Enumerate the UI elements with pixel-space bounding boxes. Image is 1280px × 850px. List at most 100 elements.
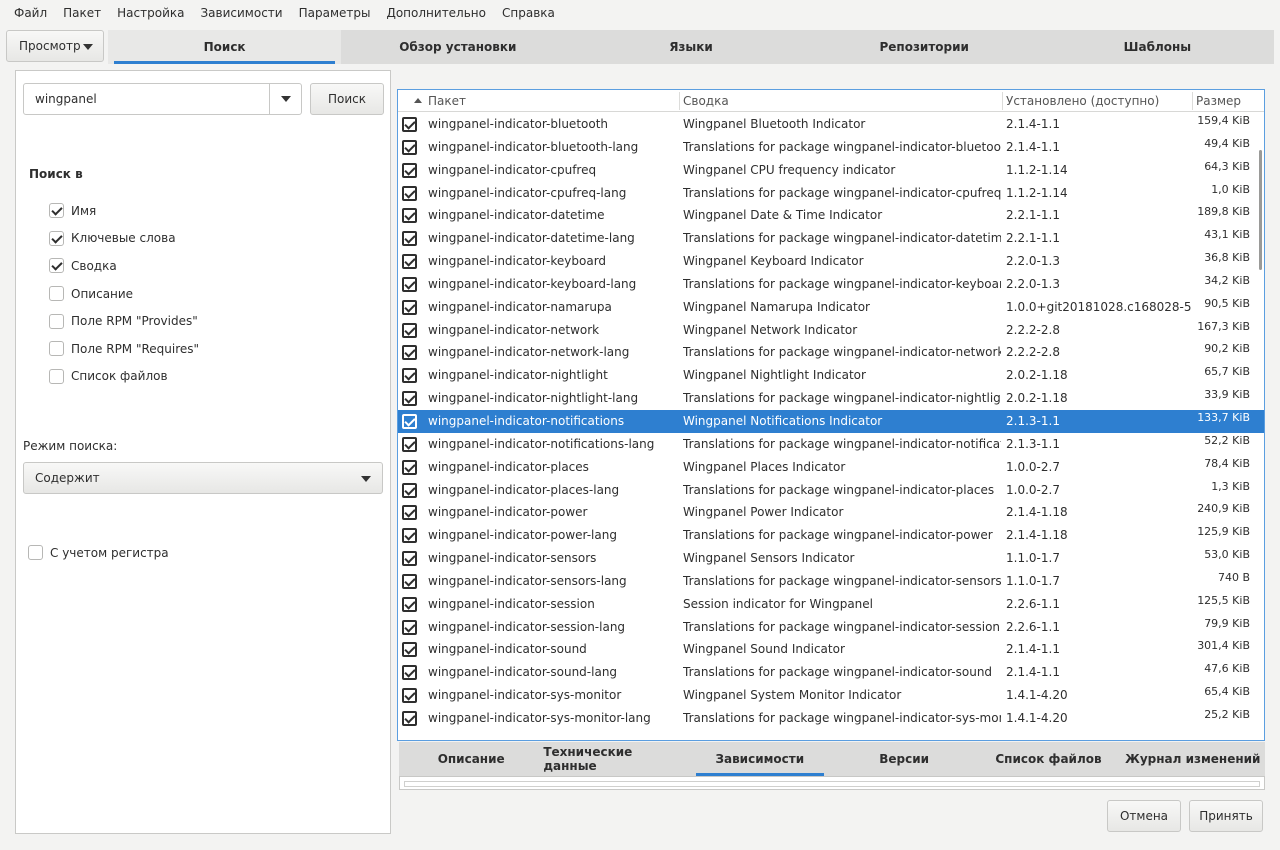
column-separator[interactable] [679, 92, 680, 110]
table-row[interactable]: wingpanel-indicator-cpufreq-lang Translat… [398, 182, 1264, 205]
table-row[interactable]: wingpanel-indicator-cpufreq Wingpanel CPU… [398, 159, 1264, 182]
menu-package[interactable]: Пакет [55, 6, 109, 20]
table-row[interactable]: wingpanel-indicator-datetime-lang Transla… [398, 227, 1264, 250]
menu-dependencies[interactable]: Зависимости [192, 6, 290, 20]
view-menu-button[interactable]: Просмотр [6, 30, 104, 62]
install-checkbox[interactable] [402, 208, 417, 224]
menu-extras[interactable]: Дополнительно [378, 6, 494, 20]
checkbox[interactable] [49, 203, 64, 219]
table-row[interactable]: wingpanel-indicator-nightlight Wingpanel … [398, 364, 1264, 387]
search-history-dropdown[interactable] [269, 84, 301, 114]
table-row[interactable]: wingpanel-indicator-sound Wingpanel Sound… [398, 638, 1264, 661]
install-checkbox[interactable] [402, 642, 417, 658]
install-checkbox[interactable] [402, 276, 417, 292]
checkbox[interactable] [49, 341, 64, 357]
search-mode-select[interactable]: Содержит [23, 462, 383, 494]
option-rpm-requires[interactable]: Поле RPM "Requires" [49, 335, 199, 363]
table-row[interactable]: wingpanel-indicator-power-lang Translatio… [398, 524, 1264, 547]
tab-installation-summary[interactable]: Обзор установки [341, 30, 574, 64]
table-row[interactable]: wingpanel-indicator-sys-monitor Wingpanel… [398, 684, 1264, 707]
column-header-size[interactable]: Размер [1196, 94, 1241, 108]
table-row[interactable]: wingpanel-indicator-network-lang Translat… [398, 341, 1264, 364]
menu-configuration[interactable]: Настройка [109, 6, 192, 20]
install-checkbox[interactable] [402, 710, 417, 726]
option-rpm-provides[interactable]: Поле RPM "Provides" [49, 307, 199, 335]
table-row[interactable]: wingpanel-indicator-sys-monitor-lang Tran… [398, 707, 1264, 730]
menu-options[interactable]: Параметры [291, 6, 379, 20]
table-row[interactable]: wingpanel-indicator-places Wingpanel Plac… [398, 456, 1264, 479]
install-checkbox[interactable] [402, 688, 417, 704]
install-checkbox[interactable] [402, 573, 417, 589]
column-header-installed[interactable]: Установлено (доступно) [1006, 94, 1159, 108]
install-checkbox[interactable] [402, 482, 417, 498]
column-separator[interactable] [1002, 92, 1003, 110]
tab-versions[interactable]: Версии [832, 742, 976, 776]
install-checkbox[interactable] [402, 391, 417, 407]
install-checkbox[interactable] [402, 299, 417, 315]
install-checkbox[interactable] [402, 459, 417, 475]
checkbox[interactable] [28, 545, 43, 560]
option-name[interactable]: Имя [49, 197, 199, 225]
tab-file-list[interactable]: Список файлов [976, 742, 1120, 776]
cancel-button[interactable]: Отмена [1107, 800, 1181, 832]
tab-dependencies[interactable]: Зависимости [688, 742, 832, 776]
vertical-scrollbar[interactable] [1259, 150, 1262, 270]
tab-patterns[interactable]: Шаблоны [1041, 30, 1274, 64]
tab-technical-data[interactable]: Технические данные [543, 742, 687, 776]
install-checkbox[interactable] [402, 665, 417, 681]
column-separator[interactable] [1192, 92, 1193, 110]
table-row[interactable]: wingpanel-indicator-keyboard Wingpanel Ke… [398, 250, 1264, 273]
option-keywords[interactable]: Ключевые слова [49, 225, 199, 253]
tab-search[interactable]: Поиск [108, 30, 342, 64]
table-row[interactable]: wingpanel-indicator-power Wingpanel Power… [398, 501, 1264, 524]
checkbox[interactable] [49, 258, 64, 274]
table-row[interactable]: wingpanel-indicator-sensors-lang Translat… [398, 570, 1264, 593]
install-checkbox[interactable] [402, 185, 417, 201]
table-row[interactable]: wingpanel-indicator-bluetooth-lang Transl… [398, 136, 1264, 159]
tab-changelog[interactable]: Журнал изменений [1121, 742, 1265, 776]
table-row[interactable]: wingpanel-indicator-network Wingpanel Net… [398, 319, 1264, 342]
table-row[interactable]: wingpanel-indicator-sensors Wingpanel Sen… [398, 547, 1264, 570]
install-checkbox[interactable] [402, 162, 417, 178]
install-checkbox[interactable] [402, 528, 417, 544]
table-row[interactable]: wingpanel-indicator-places-lang Translati… [398, 479, 1264, 502]
install-checkbox[interactable] [402, 231, 417, 247]
install-checkbox[interactable] [402, 368, 417, 384]
tab-languages[interactable]: Языки [574, 30, 807, 64]
table-row[interactable]: wingpanel-indicator-session-lang Translat… [398, 616, 1264, 639]
install-checkbox[interactable] [402, 596, 417, 612]
table-row[interactable]: wingpanel-indicator-notifications Wingpan… [398, 409, 1264, 433]
case-sensitive-option[interactable]: С учетом регистра [28, 545, 169, 560]
table-row[interactable]: wingpanel-indicator-session Session indic… [398, 593, 1264, 616]
install-checkbox[interactable] [402, 619, 417, 635]
checkbox[interactable] [49, 368, 64, 384]
table-row[interactable]: wingpanel-indicator-namarupa Wingpanel Na… [398, 296, 1264, 319]
install-checkbox[interactable] [402, 413, 417, 429]
table-row[interactable]: wingpanel-indicator-datetime Wingpanel Da… [398, 204, 1264, 227]
install-checkbox[interactable] [402, 139, 417, 155]
checkbox[interactable] [49, 230, 64, 246]
checkbox[interactable] [49, 313, 64, 329]
option-file-list[interactable]: Список файлов [49, 363, 199, 391]
checkbox[interactable] [49, 286, 64, 302]
column-header-summary[interactable]: Сводка [683, 94, 729, 108]
accept-button[interactable]: Принять [1189, 800, 1263, 832]
install-checkbox[interactable] [402, 505, 417, 521]
table-row[interactable]: wingpanel-indicator-nightlight-lang Trans… [398, 387, 1264, 410]
install-checkbox[interactable] [402, 117, 417, 132]
table-row[interactable]: wingpanel-indicator-notifications-lang Tr… [398, 433, 1264, 456]
install-checkbox[interactable] [402, 322, 417, 338]
menu-help[interactable]: Справка [494, 6, 563, 20]
search-button[interactable]: Поиск [310, 83, 384, 115]
install-checkbox[interactable] [402, 436, 417, 452]
table-row[interactable]: wingpanel-indicator-sound-lang Translatio… [398, 661, 1264, 684]
install-checkbox[interactable] [402, 551, 417, 567]
horizontal-scrollbar[interactable] [404, 781, 1260, 787]
option-description[interactable]: Описание [49, 280, 199, 308]
option-summary[interactable]: Сводка [49, 252, 199, 280]
search-input[interactable]: wingpanel [23, 83, 302, 115]
install-checkbox[interactable] [402, 254, 417, 270]
menu-file[interactable]: Файл [6, 6, 55, 20]
tab-description[interactable]: Описание [399, 742, 543, 776]
tab-repositories[interactable]: Репозитории [808, 30, 1041, 64]
